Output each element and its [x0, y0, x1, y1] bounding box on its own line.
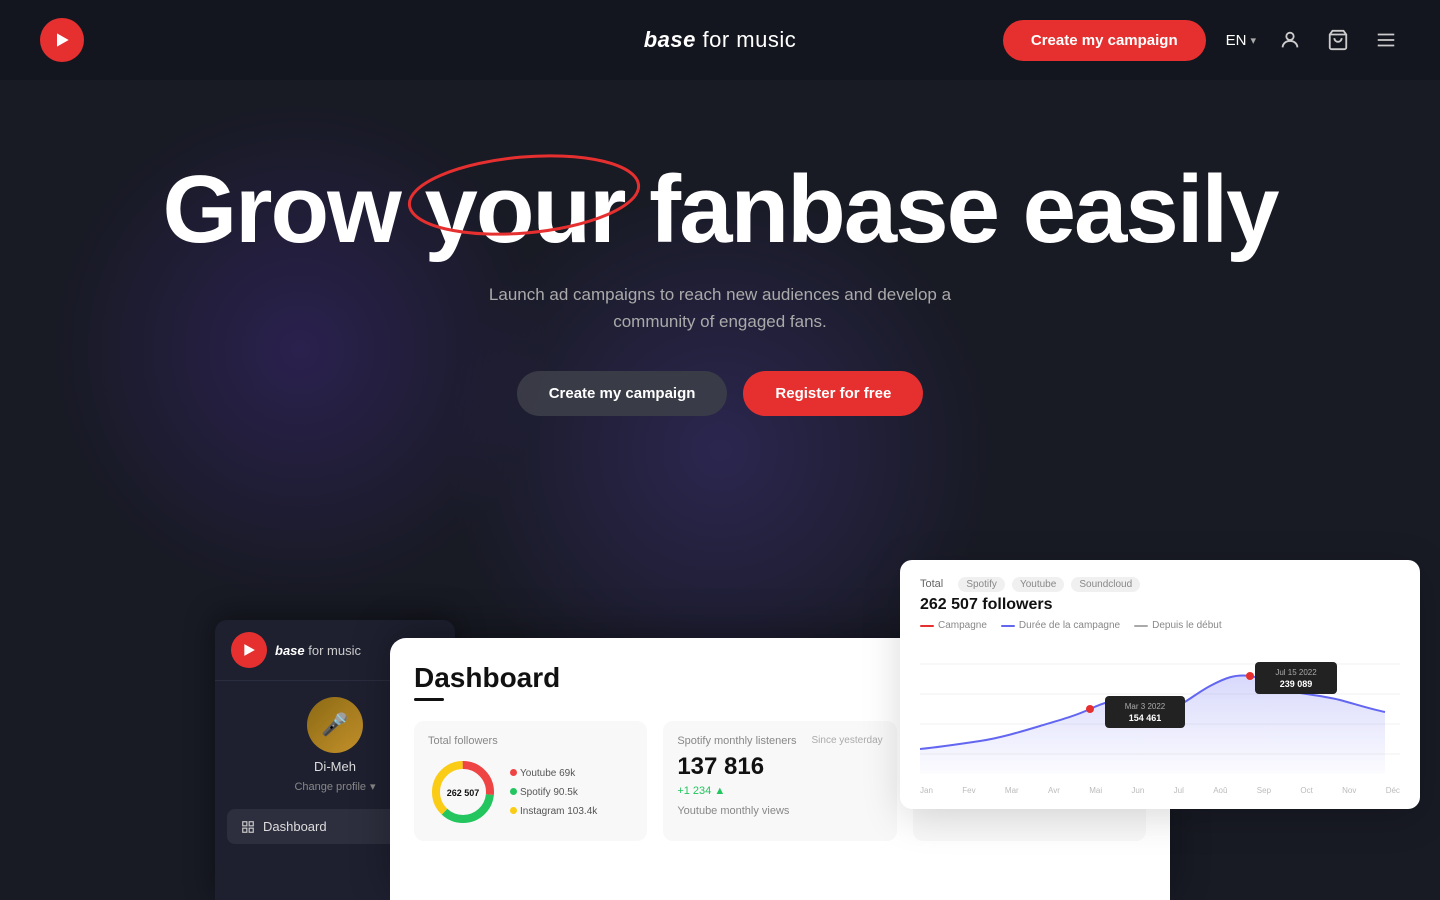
dashboard-icon	[241, 820, 255, 834]
hero-buttons: Create my campaign Register for free	[0, 371, 1440, 416]
play-icon-small	[231, 632, 267, 668]
svg-text:Jul 15 2022: Jul 15 2022	[1275, 668, 1317, 677]
chart-tab-soundcloud[interactable]: Soundcloud	[1071, 577, 1140, 592]
logo-icon	[40, 18, 84, 62]
legend-youtube: Youtube 69k	[510, 764, 597, 783]
legend-duration: Durée de la campagne	[1001, 620, 1120, 631]
dashboard-nav-label: Dashboard	[263, 819, 327, 834]
chart-total-label: Total Spotify Youtube Soundcloud	[920, 578, 1400, 590]
spotify-header: Spotify monthly listeners Since yesterda…	[677, 735, 882, 753]
donut-chart-container: 262 507 Youtube 69k Spotify 90.5k Instag…	[428, 757, 633, 827]
logo[interactable]	[40, 18, 84, 62]
chart-tab-youtube[interactable]: Youtube	[1012, 577, 1064, 592]
hero-subtitle: Launch ad campaigns to reach new audienc…	[0, 281, 1440, 335]
x-label-sep: Sep	[1257, 786, 1271, 795]
svg-text:154 461: 154 461	[1129, 713, 1162, 723]
chart-tabs: Spotify Youtube Soundcloud	[958, 578, 1140, 590]
duration-line	[1001, 625, 1015, 627]
svg-text:Mar 3 2022: Mar 3 2022	[1125, 702, 1166, 711]
since-line	[1134, 625, 1148, 627]
x-label-fev: Fev	[962, 786, 975, 795]
donut-chart: 262 507	[428, 757, 498, 827]
chart-panel: Total Spotify Youtube Soundcloud 262 507…	[900, 560, 1420, 809]
dashboard-underline	[414, 698, 444, 701]
legend-instagram: Instagram 103.4k	[510, 802, 597, 821]
cart-icon[interactable]	[1324, 26, 1352, 54]
x-label-jun: Jun	[1131, 786, 1144, 795]
hero-title: Grow your fanbase easily	[162, 160, 1277, 261]
navbar-right: Create my campaign EN ▾	[1003, 20, 1400, 61]
hero-title-your: your	[424, 160, 624, 261]
spotify-value: 137 816	[677, 753, 882, 781]
hero-register-button[interactable]: Register for free	[743, 371, 923, 416]
spotify-since: Since yesterday	[812, 735, 883, 746]
x-label-mar: Mar	[1005, 786, 1019, 795]
spotify-change: +1 234 ▲	[677, 785, 882, 797]
spotify-monthly-label: Spotify monthly listeners	[677, 735, 796, 747]
x-label-jul: Jul	[1174, 786, 1184, 795]
change-profile-link[interactable]: Change profile ▾	[294, 780, 375, 793]
chart-x-labels: Jan Fev Mar Avr Mai Jun Jul Aoû Sep Oct …	[920, 786, 1400, 795]
preview-area: base for music 🎤 Di-Meh Change profile ▾…	[0, 580, 1440, 900]
chart-followers-count: 262 507 followers	[920, 596, 1400, 614]
lang-label: EN	[1226, 32, 1247, 49]
menu-icon[interactable]	[1372, 26, 1400, 54]
artist-name: Di-Meh	[314, 759, 356, 774]
x-label-jan: Jan	[920, 786, 933, 795]
language-selector[interactable]: EN ▾	[1226, 32, 1256, 49]
chart-tooltip-2: Jul 15 2022 239 089	[1255, 662, 1337, 694]
svg-text:239 089: 239 089	[1280, 679, 1313, 689]
x-label-avr: Avr	[1048, 786, 1060, 795]
your-ellipse-decoration	[404, 150, 644, 240]
total-followers-card: Total followers 262 507 Youtube 69k Spot…	[414, 721, 647, 841]
chart-legend: Campagne Durée de la campagne Depuis le …	[920, 620, 1400, 631]
legend-since: Depuis le début	[1134, 620, 1222, 631]
brand-name: base for music	[644, 27, 797, 53]
mini-brand: base for music	[275, 643, 361, 658]
navbar: base for music Create my campaign EN ▾	[0, 0, 1440, 80]
legend-spotify: Spotify 90.5k	[510, 783, 597, 802]
x-label-aou: Aoû	[1213, 786, 1227, 795]
x-label-nov: Nov	[1342, 786, 1356, 795]
hero-section: Grow your fanbase easily Launch ad campa…	[0, 80, 1440, 416]
svg-text:262 507: 262 507	[447, 788, 480, 798]
chevron-down-icon: ▾	[1250, 34, 1256, 47]
user-icon[interactable]	[1276, 26, 1304, 54]
donut-legend: Youtube 69k Spotify 90.5k Instagram 103.…	[510, 764, 597, 821]
chart-container: Mar 3 2022 154 461 Jul 15 2022 239 089 J…	[920, 639, 1400, 795]
spotify-monthly-card: Spotify monthly listeners Since yesterda…	[663, 721, 896, 841]
chart-tooltip-1: Mar 3 2022 154 461	[1105, 696, 1185, 728]
legend-campagne: Campagne	[920, 620, 987, 631]
total-followers-label: Total followers	[428, 735, 633, 747]
hero-create-campaign-button[interactable]: Create my campaign	[517, 371, 728, 416]
x-label-oct: Oct	[1300, 786, 1312, 795]
chart-tab-spotify[interactable]: Spotify	[958, 577, 1005, 592]
avatar: 🎤	[307, 697, 363, 753]
x-label-dec: Déc	[1386, 786, 1400, 795]
line-chart: Mar 3 2022 154 461 Jul 15 2022 239 089	[920, 639, 1400, 779]
youtube-views-label: Youtube monthly views	[677, 805, 882, 817]
campagne-line	[920, 625, 934, 627]
x-label-mai: Mai	[1089, 786, 1102, 795]
nav-create-campaign-button[interactable]: Create my campaign	[1003, 20, 1206, 61]
hero-title-part2: fanbase easily	[624, 156, 1277, 263]
hero-title-part1: Grow	[162, 156, 424, 263]
